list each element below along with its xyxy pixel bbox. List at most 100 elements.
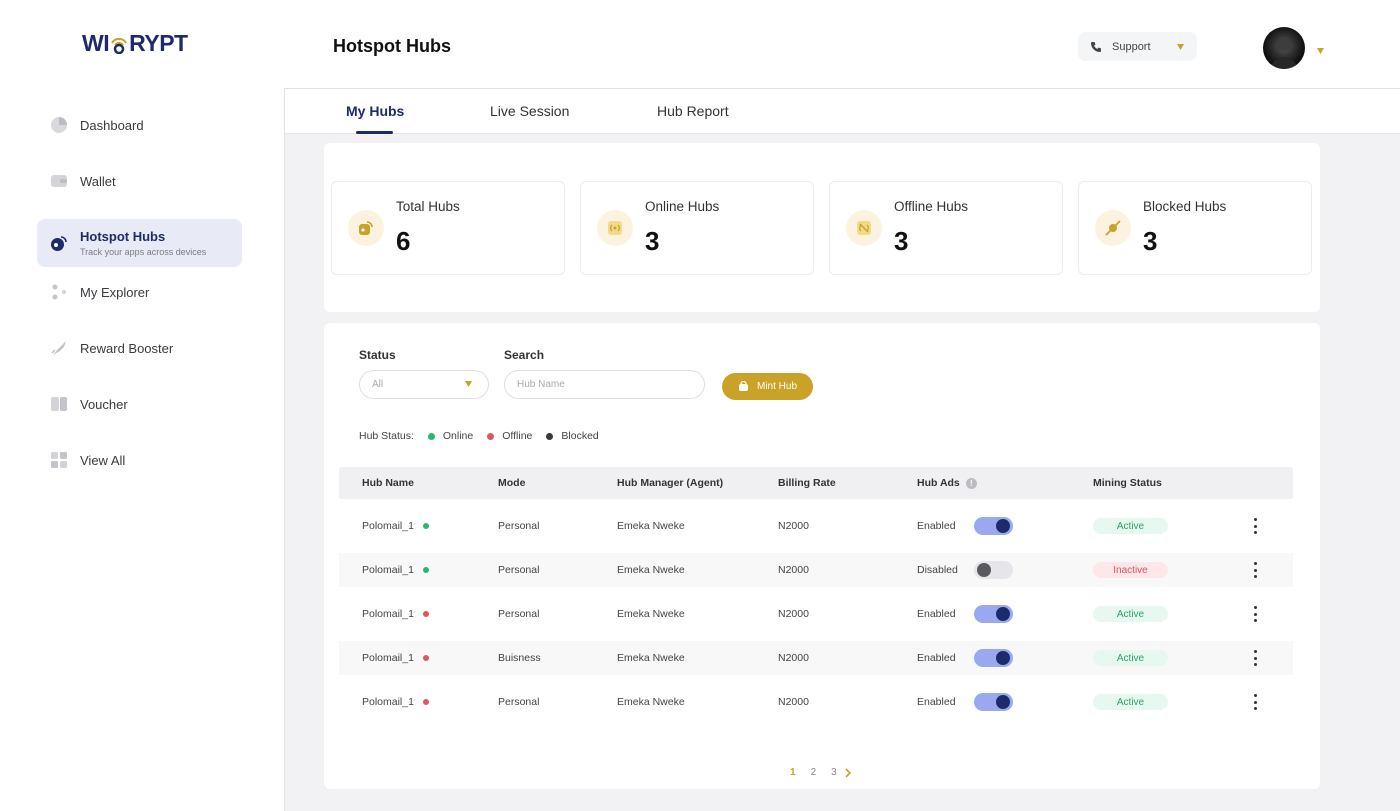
sidebar-item-my-explorer[interactable]: My Explorer <box>37 268 242 316</box>
billing-rate-cell: N2000 <box>778 564 809 576</box>
table-row[interactable]: Polomail_1 Personal Emeka Nweke N2000 Disabl… <box>339 553 1293 587</box>
stat-label: Blocked Hubs <box>1143 199 1227 214</box>
table-row[interactable]: Polomail_1 Personal Emeka Nweke N2000 Enable… <box>339 685 1293 719</box>
row-menu-icon[interactable] <box>1251 518 1259 534</box>
stat-value: 6 <box>396 226 411 256</box>
search-input[interactable] <box>504 370 705 399</box>
sidebar-item-label: View All <box>80 452 126 468</box>
hub-ads-status: Enabled <box>917 520 956 532</box>
page-2[interactable]: 2 <box>811 767 817 778</box>
manager-cell: Emeka Nweke <box>617 564 685 576</box>
manager-cell: Emeka Nweke <box>617 520 685 532</box>
mining-status-badge: Active <box>1093 694 1168 710</box>
sidebar-item-label: Voucher <box>80 396 128 412</box>
voucher-icon <box>49 394 69 414</box>
wicrypt-logo[interactable]: WI RYPT <box>82 30 188 57</box>
hub-ads-toggle[interactable] <box>974 693 1013 711</box>
blocked-dot-icon <box>546 432 554 440</box>
hub-name-cell: Polomail_1 <box>362 608 429 620</box>
hub-ads-toggle[interactable] <box>974 605 1013 623</box>
hub-name: Polomail_1 <box>362 520 414 532</box>
status-select[interactable]: All <box>359 370 489 399</box>
stat-value: 3 <box>894 226 909 256</box>
hub-status-legend: Hub Status: Online Offline Blocked <box>359 430 599 442</box>
status-dot-icon <box>422 567 429 574</box>
sidebar-item-label: Wallet <box>80 173 116 189</box>
logo-wifi-icon <box>110 34 128 54</box>
hub-ads-toggle[interactable] <box>974 517 1013 535</box>
profile-chevron-down-icon[interactable] <box>1316 42 1325 60</box>
sidebar-item-label: Dashboard <box>80 117 144 133</box>
hub-icon <box>738 381 749 392</box>
stat-total-hubs: Total Hubs 6 <box>331 181 565 275</box>
row-menu-icon[interactable] <box>1251 694 1259 710</box>
mining-status-badge: Inactive <box>1093 562 1168 578</box>
tab-bar: My Hubs Live Session Hub Report <box>285 89 1400 134</box>
sidebar-item-label: Hotspot Hubs <box>80 229 166 244</box>
hub-icon <box>348 210 384 246</box>
support-button[interactable]: Support <box>1078 32 1197 61</box>
column-header: Hub Name <box>362 477 414 489</box>
tab-live-session[interactable]: Live Session <box>490 103 569 119</box>
pagination: 1 2 3 <box>790 767 852 778</box>
table-row[interactable]: Polomail_1 Personal Emeka Nweke N2000 Enable… <box>339 597 1293 631</box>
support-label: Support <box>1112 40 1151 53</box>
offline-signal-icon <box>846 210 882 246</box>
phone-icon <box>1090 41 1102 53</box>
tab-hub-report[interactable]: Hub Report <box>657 103 729 119</box>
hub-ads-toggle[interactable] <box>974 649 1013 667</box>
column-header-hub-ads: Hub Ads! <box>917 477 977 489</box>
table-row[interactable]: Polomail_1 Personal Emeka Nweke N2000 Enable… <box>339 509 1293 543</box>
page-title: Hotspot Hubs <box>333 36 451 56</box>
offline-dot-icon <box>487 432 495 440</box>
stats-panel: Total Hubs 6 Online Hubs 3 Offline Hubs … <box>324 143 1320 312</box>
toggle-knob <box>996 695 1010 709</box>
sidebar-item-voucher[interactable]: Voucher <box>37 380 242 428</box>
billing-rate-cell: N2000 <box>778 652 809 664</box>
mode-cell: Buisness <box>498 652 541 664</box>
online-signal-icon <box>597 210 633 246</box>
row-menu-icon[interactable] <box>1251 562 1259 578</box>
sidebar-item-hotspot-hubs[interactable]: Hotspot Hubs Track your apps across devi… <box>37 219 242 267</box>
sidebar-item-reward-booster[interactable]: Reward Booster <box>37 324 242 372</box>
toggle-knob <box>996 519 1010 533</box>
hub-ads-toggle[interactable] <box>974 561 1013 579</box>
mining-status-badge: Active <box>1093 606 1168 622</box>
column-header: Billing Rate <box>778 477 836 489</box>
page-3[interactable]: 3 <box>831 767 837 778</box>
table-row[interactable]: Polomail_1 Buisness Emeka Nweke N2000 Enable… <box>339 641 1293 675</box>
stat-label: Total Hubs <box>396 199 460 214</box>
sidebar-item-view-all[interactable]: View All <box>37 436 242 484</box>
sidebar-item-dashboard[interactable]: Dashboard <box>37 101 242 149</box>
wallet-icon <box>49 171 69 191</box>
toggle-knob <box>996 607 1010 621</box>
legend-offline: Offline <box>502 430 533 442</box>
avatar[interactable] <box>1263 27 1305 69</box>
hub-ads-status: Enabled <box>917 652 956 664</box>
page-1[interactable]: 1 <box>790 767 796 778</box>
legend-online: Online <box>442 430 474 442</box>
hub-name-cell: Polomail_1 <box>362 696 429 708</box>
hub-name: Polomail_1 <box>362 652 414 664</box>
rocket-icon <box>49 338 69 358</box>
stat-label: Online Hubs <box>645 199 720 214</box>
hub-ads-status: Disabled <box>917 564 958 576</box>
tab-my-hubs[interactable]: My Hubs <box>346 103 404 119</box>
sidebar-item-subtitle: Track your apps across devices <box>80 247 207 257</box>
main-content: My Hubs Live Session Hub Report Total Hu… <box>284 88 1400 811</box>
row-menu-icon[interactable] <box>1251 650 1259 666</box>
hub-name: Polomail_1 <box>362 564 414 576</box>
info-icon[interactable]: ! <box>965 477 977 489</box>
status-dot-icon <box>422 699 429 706</box>
row-menu-icon[interactable] <box>1251 606 1259 622</box>
mint-hub-button[interactable]: Mint Hub <box>722 373 813 400</box>
status-dot-icon <box>422 611 429 618</box>
toggle-knob <box>996 651 1010 665</box>
explorer-icon <box>49 282 69 302</box>
column-header: Hub Ads <box>917 477 960 489</box>
status-dot-icon <box>422 523 429 530</box>
legend-title: Hub Status: <box>359 430 414 442</box>
toggle-knob <box>977 563 991 577</box>
chevron-right-icon[interactable] <box>844 767 852 778</box>
sidebar-item-wallet[interactable]: Wallet <box>37 157 242 205</box>
